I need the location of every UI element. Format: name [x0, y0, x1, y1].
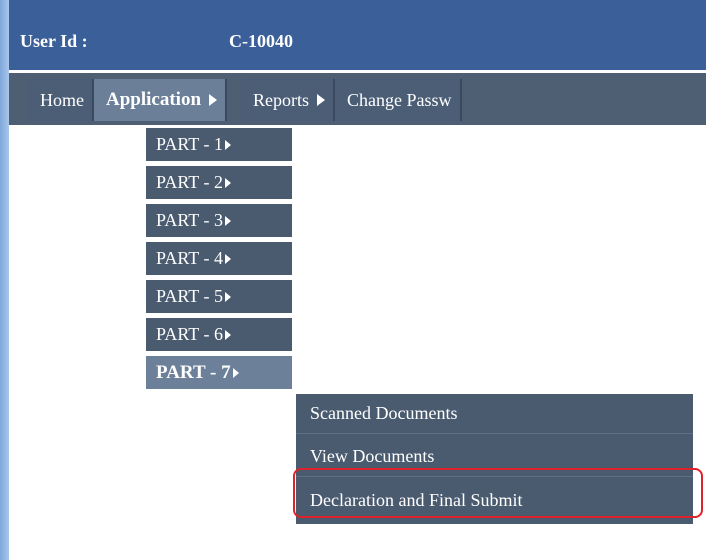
submenu-item-label: PART - 1	[156, 134, 223, 154]
submenu-arrow-icon	[224, 291, 231, 302]
nav-menu: Home Application Reports Change Passw	[28, 79, 706, 121]
nav-spacer	[227, 79, 242, 121]
submenu-arrow-icon	[224, 253, 231, 264]
nav-item-label: Application	[106, 89, 202, 110]
submenu-arrow-icon	[232, 367, 239, 378]
submenu-arrow-icon	[224, 215, 231, 226]
nav-item-home[interactable]: Home	[28, 79, 94, 121]
submenu-arrow-icon	[224, 177, 231, 188]
submenu-item-part-5[interactable]: PART - 5	[146, 280, 292, 313]
submenu-item-part-2[interactable]: PART - 2	[146, 166, 292, 199]
submenu-item-part-1[interactable]: PART - 1	[146, 128, 292, 161]
submenu-item-part-3[interactable]: PART - 3	[146, 204, 292, 237]
user-header: User Id : C-10040	[9, 0, 706, 70]
nav-item-label: Home	[40, 89, 84, 110]
left-edge-bar	[0, 0, 9, 560]
submenu-item-label: PART - 7	[156, 361, 231, 383]
nav-item-label: Reports	[253, 89, 310, 110]
submenu-arrow-icon	[224, 139, 231, 150]
submenu-arrow-icon	[224, 329, 231, 340]
menu-item-scanned-documents[interactable]: Scanned Documents	[296, 394, 693, 434]
nav-item-application[interactable]: Application	[94, 79, 228, 121]
highlight-annotation	[293, 468, 703, 518]
submenu-item-part-4[interactable]: PART - 4	[146, 242, 292, 275]
submenu-item-part-6[interactable]: PART - 6	[146, 318, 292, 351]
user-id-label: User Id :	[20, 31, 88, 51]
user-id-value: C-10040	[229, 31, 293, 51]
nav-item-label: Change Passw	[347, 89, 452, 110]
nav-item-change-password[interactable]: Change Passw	[335, 79, 462, 121]
menu-item-label: View Documents	[310, 446, 435, 466]
nav-item-reports[interactable]: Reports	[241, 79, 336, 121]
application-submenu: PART - 1 PART - 2 PART - 3 PART - 4 PART…	[146, 128, 292, 394]
submenu-arrow-icon	[317, 94, 326, 106]
submenu-item-label: PART - 5	[156, 286, 223, 306]
menu-item-label: Scanned Documents	[310, 403, 458, 423]
submenu-item-part-7[interactable]: PART - 7	[146, 356, 292, 389]
submenu-item-label: PART - 6	[156, 324, 223, 344]
submenu-item-label: PART - 2	[156, 172, 223, 192]
submenu-item-label: PART - 3	[156, 210, 223, 230]
submenu-item-label: PART - 4	[156, 248, 223, 268]
submenu-arrow-icon	[209, 94, 218, 106]
